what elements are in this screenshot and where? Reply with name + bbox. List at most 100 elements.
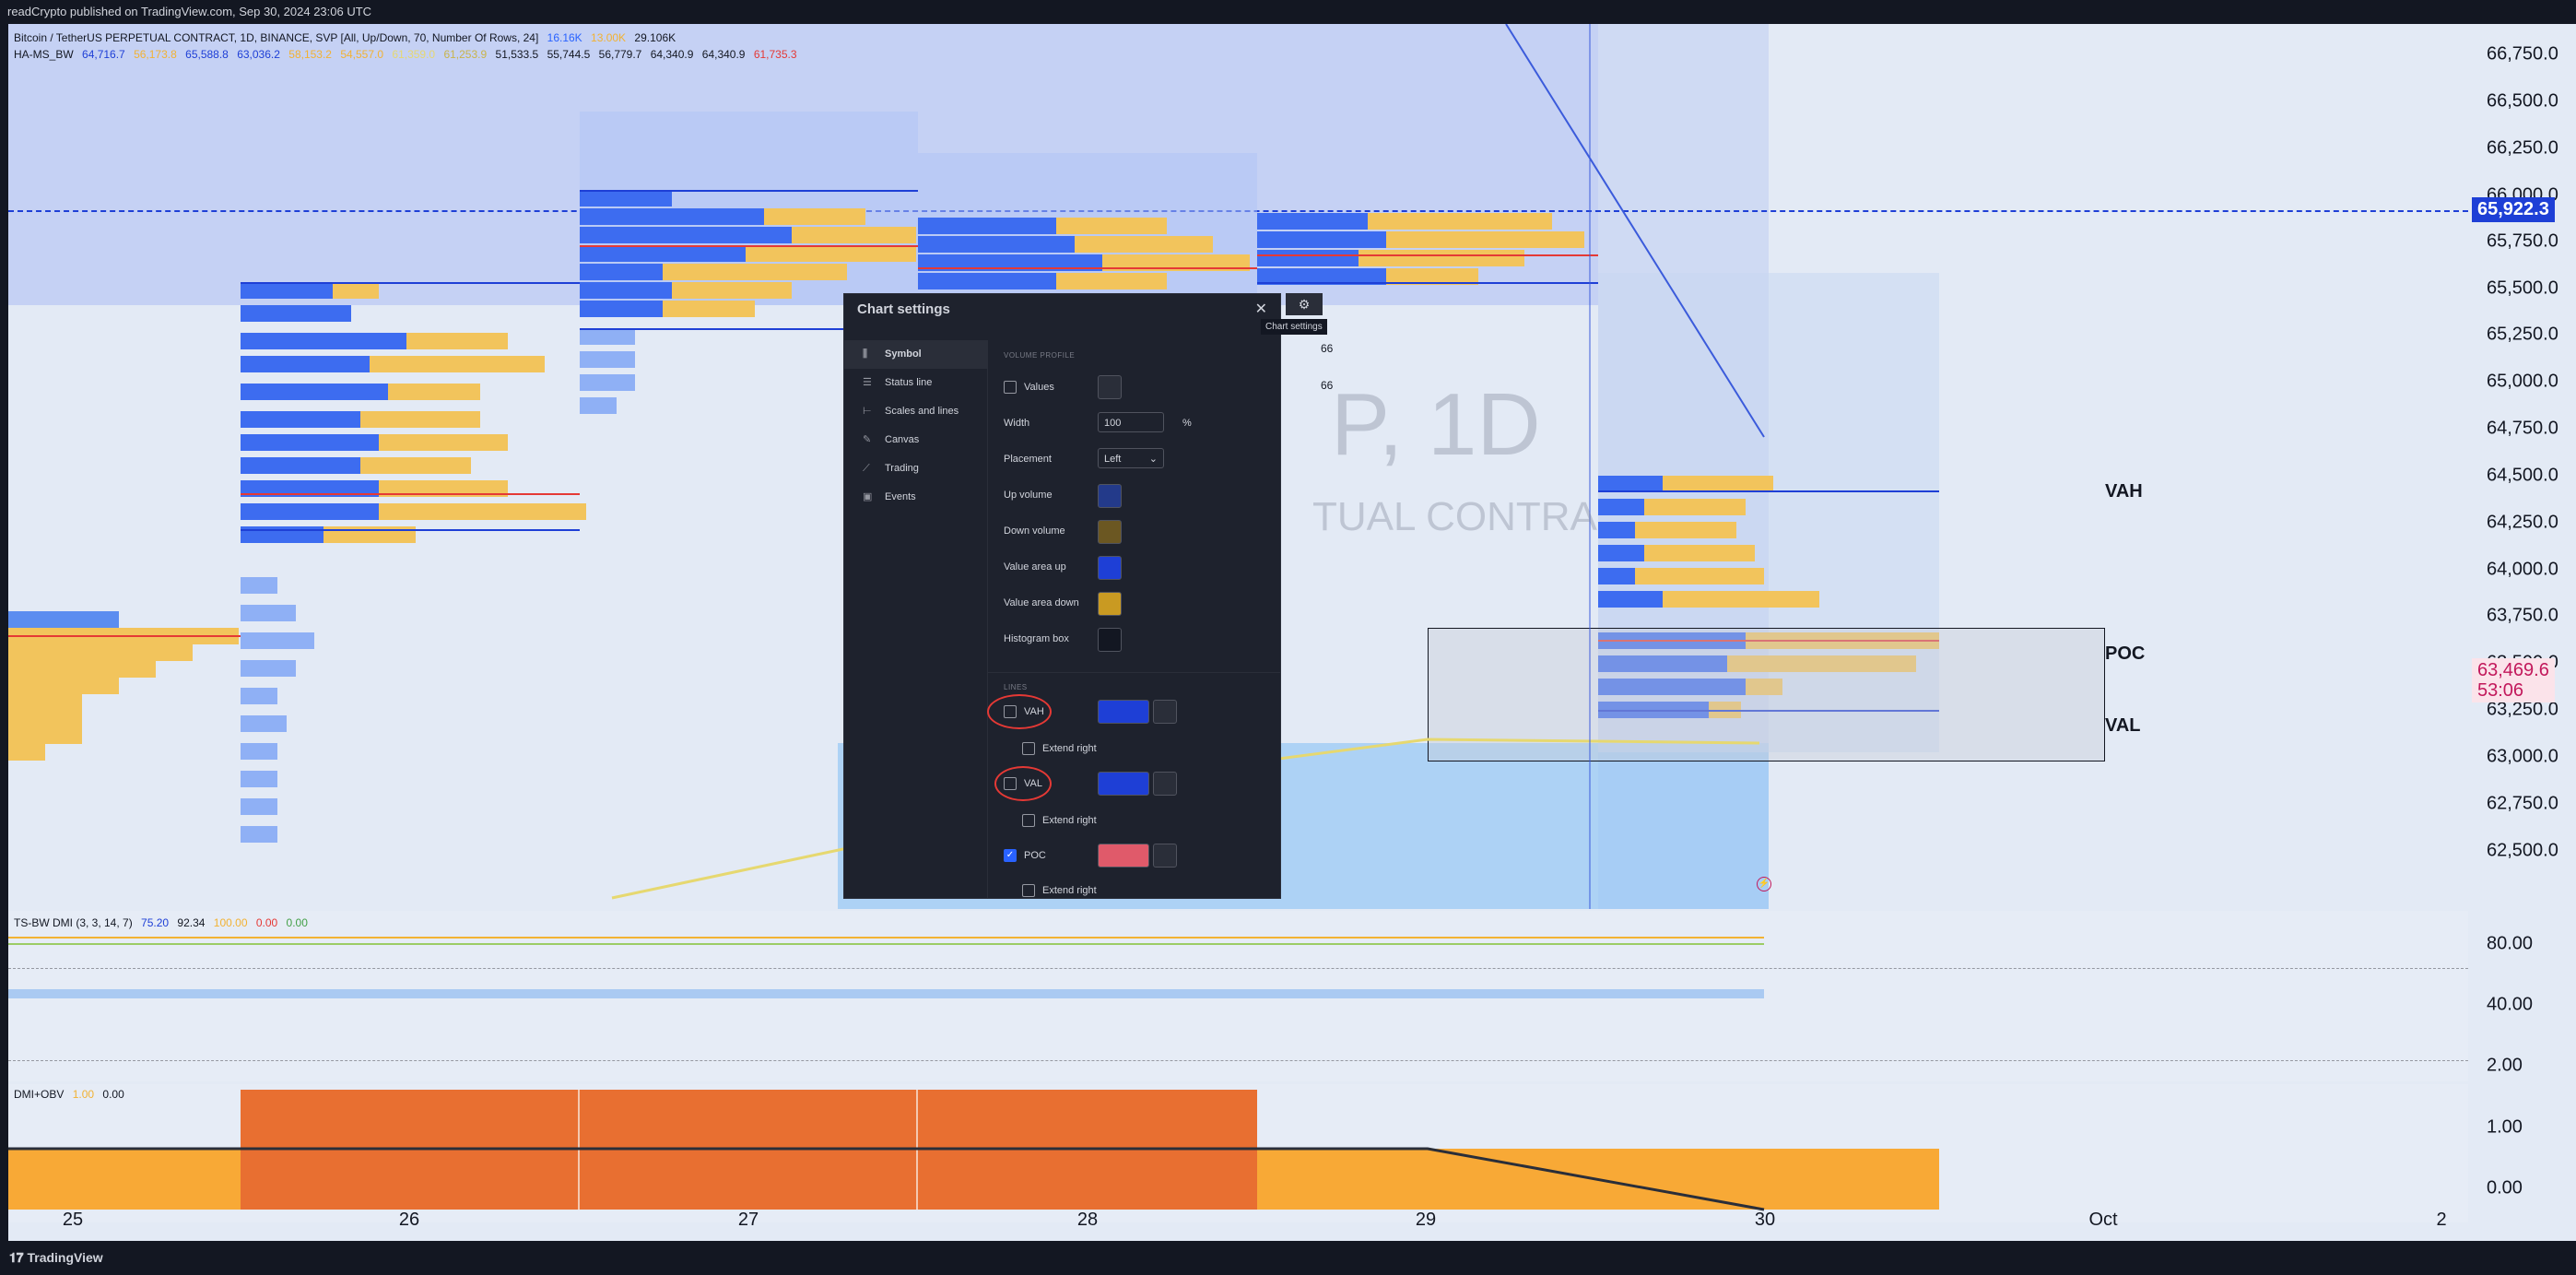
price-tick: 65,250.0 xyxy=(2487,324,2558,345)
legend-value: 29.106K xyxy=(634,31,676,44)
legend-value: 51,533.5 xyxy=(495,48,539,61)
nav-scales-label: Scales and lines xyxy=(885,406,959,417)
va-up-swatch[interactable] xyxy=(1098,556,1122,580)
nav-symbol[interactable]: ⫼ Symbol xyxy=(844,340,987,369)
dmi-dashed-level xyxy=(8,1060,2468,1061)
time-label: 30 xyxy=(1754,1210,1776,1230)
symbol-legend[interactable]: Bitcoin / TetherUS PERPETUAL CONTRACT, 1… xyxy=(14,31,676,44)
brush-icon: ✎ xyxy=(863,434,872,445)
val-style-swatch[interactable] xyxy=(1153,772,1177,796)
published-text: readCrypto published on TradingView.com,… xyxy=(7,5,372,18)
time-label: 27 xyxy=(737,1210,759,1230)
nav-status-line[interactable]: ☰ Status line xyxy=(844,369,987,397)
current-price-tag: 65,922.3 xyxy=(2472,197,2555,222)
close-icon[interactable]: ✕ xyxy=(1255,300,1267,318)
scales-icon: ⊢ xyxy=(863,406,872,417)
watermark-title: P, 1D xyxy=(1331,375,1541,474)
gear-icon[interactable]: ⚙ xyxy=(1286,293,1323,315)
va-down-swatch[interactable] xyxy=(1098,592,1122,616)
last-price-value: 63,469.6 xyxy=(2477,660,2549,680)
legend-value: 64,716.7 xyxy=(82,48,125,61)
price-tick: 64,000.0 xyxy=(2487,559,2558,580)
legend-value: 56,173.8 xyxy=(134,48,177,61)
scale-label: 66 xyxy=(1321,379,1334,392)
legend-value: 16.16K xyxy=(547,31,582,44)
placement-label: Placement xyxy=(1004,454,1052,465)
dmi-line xyxy=(8,943,1764,945)
nav-canvas[interactable]: ✎ Canvas xyxy=(844,426,987,455)
indicator-legend[interactable]: HA-MS_BW 64,716.7 56,173.8 65,588.8 63,0… xyxy=(14,48,797,61)
legend-value: 92.34 xyxy=(177,916,206,929)
indicator-name: HA-MS_BW xyxy=(14,48,74,61)
placement-value: Left xyxy=(1104,454,1122,465)
published-bar: readCrypto published on TradingView.com,… xyxy=(0,0,2576,24)
up-volume-swatch[interactable] xyxy=(1098,484,1122,508)
nav-trading-label: Trading xyxy=(885,463,919,474)
width-input[interactable]: 100 xyxy=(1098,412,1164,432)
scale-label: 66 xyxy=(1321,342,1334,355)
dialog-title: Chart settings xyxy=(857,301,950,317)
poc-row[interactable]: ✓ POC xyxy=(1004,849,1046,862)
price-tick: 64,250.0 xyxy=(2487,512,2558,533)
vah-style-swatch[interactable] xyxy=(1153,700,1177,724)
dmi-line xyxy=(8,937,1764,939)
poc-color-swatch[interactable] xyxy=(1098,844,1149,868)
nav-status-label: Status line xyxy=(885,377,933,388)
dmi-legend[interactable]: TS-BW DMI (3, 3, 14, 7) 75.20 92.34 100.… xyxy=(14,916,308,929)
legend-value: 61,359.0 xyxy=(392,48,436,61)
poc-extend-checkbox[interactable] xyxy=(1022,884,1035,897)
placement-select[interactable]: Left ⌄ xyxy=(1098,448,1164,468)
val-extend-row[interactable]: Extend right xyxy=(1022,814,1097,827)
vah-extend-checkbox[interactable] xyxy=(1022,742,1035,755)
nav-scales[interactable]: ⊢ Scales and lines xyxy=(844,397,987,426)
vah-extend-label: Extend right xyxy=(1042,742,1097,754)
legend-value: 75.20 xyxy=(141,916,170,929)
descending-trendline xyxy=(1505,24,1765,438)
width-unit: % xyxy=(1182,418,1192,429)
legend-value: 64,340.9 xyxy=(701,48,746,61)
price-tick: 65,500.0 xyxy=(2487,277,2558,299)
histogram-box-swatch[interactable] xyxy=(1098,628,1122,652)
legend-value: 56,779.7 xyxy=(598,48,642,61)
poc-extend-row[interactable]: Extend right xyxy=(1022,884,1097,897)
legend-value: 64,340.9 xyxy=(650,48,694,61)
lightning-icon[interactable]: ⚡ xyxy=(1757,877,1771,891)
legend-value: 63,036.2 xyxy=(237,48,280,61)
obv-pane[interactable]: DMI+OBV 1.00 0.00 xyxy=(8,1084,2468,1222)
chevron-down-icon: ⌄ xyxy=(1148,454,1158,465)
vah-extend-row[interactable]: Extend right xyxy=(1022,742,1097,755)
price-tick: 65,000.0 xyxy=(2487,371,2558,392)
chart-settings-dialog[interactable]: Chart settings ✕ ⫼ Symbol ☰ Status line ⊢ S… xyxy=(843,293,1333,899)
val-color-swatch[interactable] xyxy=(1098,772,1149,796)
up-volume-label: Up volume xyxy=(1004,490,1053,501)
val-annotation-circle xyxy=(994,766,1052,801)
legend-value: 65,588.8 xyxy=(185,48,229,61)
poc-checkbox[interactable]: ✓ xyxy=(1004,849,1017,862)
time-label: 2 xyxy=(2436,1210,2447,1230)
down-volume-swatch[interactable] xyxy=(1098,520,1122,544)
vah-color-swatch[interactable] xyxy=(1098,700,1149,724)
values-checkbox[interactable] xyxy=(1004,381,1017,394)
settings-body: VOLUME PROFILE Values Width 100 % Placem… xyxy=(987,340,1280,898)
footer-bar: 𝟏𝟕 TradingView xyxy=(0,1241,2576,1275)
nav-trading[interactable]: ⟋ Trading xyxy=(844,455,987,483)
values-color-swatch[interactable] xyxy=(1098,375,1122,399)
legend-value: 55,744.5 xyxy=(547,48,591,61)
price-tick: 65,750.0 xyxy=(2487,230,2558,252)
time-label: 25 xyxy=(62,1210,84,1230)
down-volume-label: Down volume xyxy=(1004,525,1065,537)
values-row[interactable]: Values xyxy=(1004,381,1054,394)
price-tick: 64,750.0 xyxy=(2487,418,2558,439)
dialog-price-scale: 66 66 xyxy=(1321,294,1348,898)
price-tick: 64,500.0 xyxy=(2487,465,2558,486)
dmi-pane[interactable]: TS-BW DMI (3, 3, 14, 7) 75.20 92.34 100.… xyxy=(8,911,2468,1081)
val-extend-checkbox[interactable] xyxy=(1022,814,1035,827)
symbol-legend-text: Bitcoin / TetherUS PERPETUAL CONTRACT, 1… xyxy=(14,31,539,44)
poc-style-swatch[interactable] xyxy=(1153,844,1177,868)
brand-name: TradingView xyxy=(27,1250,103,1265)
legend-value: 0.00 xyxy=(286,916,308,929)
tradingview-logo[interactable]: 𝟏𝟕 TradingView xyxy=(9,1250,103,1265)
va-down-label: Value area down xyxy=(1004,597,1079,608)
dmi-dashed-level xyxy=(8,968,2468,969)
nav-events[interactable]: ▣ Events xyxy=(844,483,987,512)
